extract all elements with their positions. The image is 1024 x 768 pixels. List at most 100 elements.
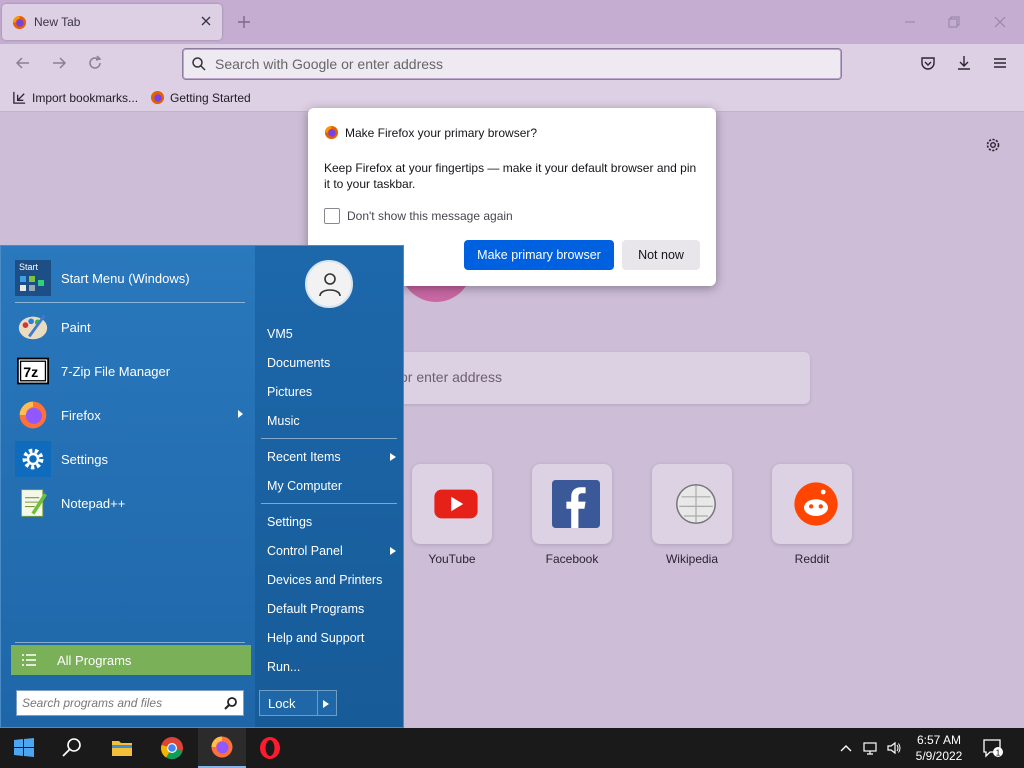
system-clock[interactable]: 6:57 AM 5/9/2022 [904,732,974,764]
checkbox-box[interactable] [324,208,340,224]
firefox-icon [211,736,233,758]
place-default-programs[interactable]: Default Programs [267,598,397,620]
address-bar[interactable] [182,48,842,80]
windows-logo-icon [14,738,34,757]
dont-show-again-checkbox[interactable]: Don't show this message again [324,208,513,224]
start-button[interactable] [0,728,48,768]
separator [261,438,397,439]
action-center-icon[interactable]: 1 [982,738,1004,758]
paint-icon [15,309,51,345]
navigation-toolbar [0,44,1024,84]
top-site-label: Wikipedia [665,552,719,566]
close-tab-icon[interactable] [198,13,214,29]
chrome-icon [160,737,183,760]
place-my-computer[interactable]: My Computer [267,475,397,497]
place-run[interactable]: Run... [267,656,397,678]
firefox-favicon-icon [12,15,27,30]
reload-icon[interactable] [86,54,104,72]
program-start-menu-windows[interactable]: Start Start Menu (Windows) [15,258,245,298]
program-7zip[interactable]: 7z 7-Zip File Manager [15,351,245,391]
wikipedia-icon [676,484,716,524]
start-menu-places-pane: VM5 Documents Pictures Music Recent Item… [255,246,403,727]
place-pictures[interactable]: Pictures [267,381,397,403]
bookmark-getting-started[interactable]: Getting Started [150,90,251,105]
program-label: Settings [61,451,108,467]
bookmark-import[interactable]: Import bookmarks... [12,90,138,105]
program-firefox[interactable]: Firefox [15,395,245,435]
submenu-arrow-icon [390,453,396,461]
tab-bar: New Tab [0,0,1024,44]
separator [261,503,397,504]
dialog-body: Keep Firefox at your fingertips — make i… [324,161,697,191]
reddit-icon [794,482,838,526]
firefox-icon [150,90,165,105]
top-site-wikipedia[interactable]: Wikipedia [652,464,732,566]
import-icon [13,91,26,104]
taskbar-opera[interactable] [246,728,294,768]
top-site-facebook[interactable]: Facebook [532,464,612,566]
program-label: Firefox [61,407,101,423]
place-help-and-support[interactable]: Help and Support [267,627,397,649]
submenu-arrow-icon [238,410,243,418]
all-programs-button[interactable]: All Programs [11,645,251,675]
top-site-tile [652,464,732,544]
taskbar-chrome[interactable] [148,728,196,768]
checkbox-label: Don't show this message again [347,209,513,223]
program-paint[interactable]: Paint [15,307,245,347]
youtube-icon [434,489,478,519]
top-site-tile [532,464,612,544]
back-arrow-icon[interactable] [14,54,32,72]
show-hidden-icons-chevron-icon[interactable] [838,740,854,756]
top-site-youtube[interactable]: YouTube [412,464,492,566]
place-devices-and-printers[interactable]: Devices and Printers [267,569,397,591]
place-documents[interactable]: Documents [267,352,397,374]
separator [15,302,245,303]
taskbar-search-button[interactable] [48,728,96,768]
lock-label: Lock [268,696,296,711]
svg-text:7z: 7z [23,365,38,381]
not-now-button[interactable]: Not now [622,240,700,270]
search-icon [192,57,206,71]
taskbar-firefox[interactable] [198,728,246,768]
program-notepadpp[interactable]: Notepad++ [15,483,245,523]
top-site-reddit[interactable]: Reddit [772,464,852,566]
start-menu-icon: Start [15,260,51,296]
hamburger-menu-icon[interactable] [991,54,1009,72]
close-window-icon[interactable] [990,12,1010,32]
network-icon[interactable] [862,740,878,756]
forward-arrow-icon[interactable] [50,54,68,72]
program-label: 7-Zip File Manager [61,363,171,379]
start-search-input[interactable] [22,694,218,712]
place-control-panel[interactable]: Control Panel [267,540,397,562]
lock-button[interactable]: Lock [259,690,337,716]
minimize-window-icon[interactable] [900,12,920,32]
tab-title: New Tab [34,15,81,29]
place-music[interactable]: Music [267,410,397,432]
url-input[interactable] [215,53,815,75]
newtab-search-box[interactable]: or enter address [390,352,810,404]
program-label: Notepad++ [61,495,126,511]
personalize-gear-icon[interactable] [984,136,1002,154]
new-tab-plus-icon[interactable] [236,14,252,30]
program-label: Start Menu (Windows) [61,270,190,286]
place-recent-items[interactable]: Recent Items [267,446,397,468]
restore-window-icon[interactable] [944,12,964,32]
place-label: Control Panel [267,544,343,558]
downloads-icon[interactable] [955,54,973,72]
start-search-box[interactable] [16,690,244,716]
place-settings[interactable]: Settings [267,511,397,533]
place-vm5[interactable]: VM5 [267,323,397,345]
pocket-icon[interactable] [919,54,937,72]
lock-options-arrow-icon[interactable] [322,699,330,709]
start-menu: Start Start Menu (Windows) Paint 7z 7-Zi… [0,245,404,728]
taskbar-file-explorer[interactable] [98,728,146,768]
volume-icon[interactable] [886,740,902,756]
user-avatar[interactable] [305,260,353,308]
search-icon[interactable] [224,696,238,710]
opera-icon [260,737,280,759]
make-primary-browser-button[interactable]: Make primary browser [464,240,614,270]
start-menu-programs-pane: Start Start Menu (Windows) Paint 7z 7-Zi… [1,246,255,727]
facebook-icon [552,480,600,528]
tab-new-tab[interactable]: New Tab [2,4,222,40]
program-settings[interactable]: Settings [15,439,245,479]
